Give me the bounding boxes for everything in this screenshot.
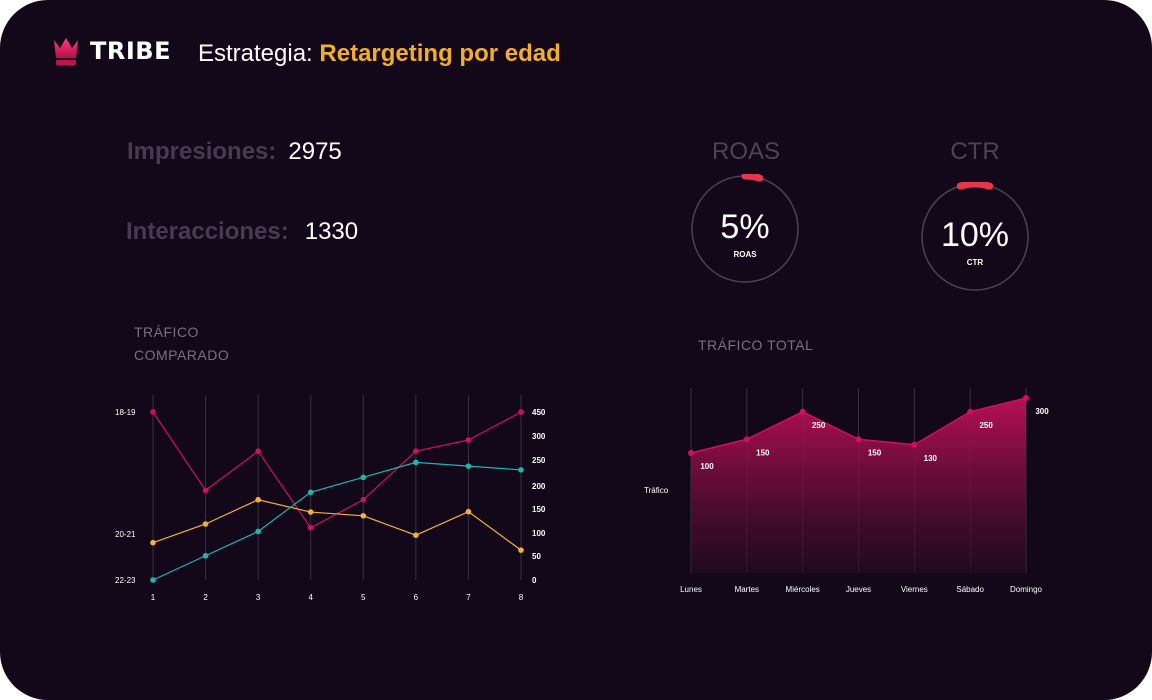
series-line <box>152 411 522 529</box>
data-label: 100 <box>700 462 714 471</box>
data-point <box>855 436 862 443</box>
data-point <box>967 408 974 415</box>
data-point <box>413 448 419 454</box>
data-point <box>799 408 806 415</box>
data-point <box>360 474 367 481</box>
x-tick-label: Domingo <box>1010 585 1043 594</box>
impressions-value: 2975 <box>288 138 342 165</box>
x-tick-label: 4 <box>308 593 313 602</box>
y-tick-label: 150 <box>532 505 546 514</box>
traffic-compared-title: TRÁFICO COMPARADO <box>134 321 229 367</box>
x-tick-label: 3 <box>256 593 261 602</box>
traffic-compared-chart: 1 2 3 4 5 6 7 80 50 100 150 200 250 300 450 18-19 20-21 2… <box>115 395 546 602</box>
x-tick-label: Jueves <box>846 585 871 594</box>
roas-sublabel: ROAS <box>733 250 757 259</box>
x-tick-label: 8 <box>519 593 524 602</box>
y-tick-label: 450 <box>532 408 546 417</box>
data-point <box>518 409 524 415</box>
data-point <box>255 496 261 503</box>
category-label: 20-21 <box>115 530 136 539</box>
dashboard-card: TRIBE Estrategia: Retargeting por edad I… <box>0 0 1152 700</box>
brand[interactable]: TRIBE <box>52 36 171 66</box>
interactions-label: Interacciones: <box>126 218 289 245</box>
x-tick-label: Viernes <box>901 585 928 594</box>
y-axis-label: Tráfico <box>644 486 669 495</box>
ctr-sublabel: CTR <box>966 258 984 267</box>
data-point <box>202 487 209 494</box>
x-tick-label: Miércoles <box>786 585 820 594</box>
brand-name: TRIBE <box>90 37 171 65</box>
data-point <box>360 512 367 519</box>
data-point <box>743 436 750 443</box>
y-tick-label: 300 <box>532 432 546 441</box>
data-point <box>1023 395 1029 401</box>
roas-value: 5% <box>720 208 770 246</box>
data-point <box>413 459 419 466</box>
ctr-title: CTR <box>950 138 1000 165</box>
y-tick-label: 200 <box>532 482 546 491</box>
data-label: 130 <box>924 454 938 463</box>
traffic-compared-title-line2: COMPARADO <box>134 347 230 363</box>
x-tick-label: 1 <box>151 593 156 602</box>
data-point <box>150 577 156 583</box>
traffic-compared-title-line1: TRÁFICO <box>134 324 199 340</box>
data-label: 250 <box>812 421 826 430</box>
data-point <box>307 509 314 515</box>
strategy-label: Estrategia: <box>198 40 313 67</box>
y-tick-label: 0 <box>532 576 537 585</box>
data-label: 250 <box>979 421 993 430</box>
x-tick-label: 5 <box>361 593 366 602</box>
x-tick-label: Martes <box>735 585 759 594</box>
roas-title: ROAS <box>711 138 780 165</box>
category-label: 18-19 <box>115 408 136 417</box>
interactions-metric: Interacciones: 1330 <box>126 218 358 246</box>
series-line <box>152 461 522 581</box>
x-tick-label: 2 <box>203 593 208 602</box>
strategy-name: Retargeting por edad <box>319 40 561 67</box>
data-point <box>465 437 472 443</box>
data-label: 150 <box>756 448 770 457</box>
data-point <box>518 467 524 473</box>
data-point <box>150 409 156 415</box>
data-label: 300 <box>1035 407 1049 416</box>
data-point <box>465 463 472 469</box>
x-tick-label: 7 <box>466 593 471 602</box>
roas-progress-arc <box>741 172 764 182</box>
data-point <box>202 552 209 559</box>
y-tick-label: 100 <box>532 529 546 538</box>
data-point <box>255 448 261 454</box>
data-point <box>255 528 261 535</box>
data-point <box>202 521 209 527</box>
roas-gauge: 5% ROAS <box>690 172 800 284</box>
x-tick-label: Sábado <box>956 585 984 594</box>
y-tick-label: 250 <box>532 456 546 465</box>
data-point <box>518 547 524 553</box>
data-point <box>465 508 472 515</box>
y-tick-label: 50 <box>532 552 541 561</box>
data-point <box>307 524 314 531</box>
interactions-value: 1330 <box>304 218 359 245</box>
data-label: 150 <box>868 448 882 457</box>
crown-icon <box>54 38 78 65</box>
data-point <box>150 539 156 546</box>
data-point <box>413 532 419 538</box>
data-point <box>688 450 694 456</box>
category-label: 22-23 <box>115 576 136 585</box>
data-point <box>307 489 314 496</box>
impressions-label: Impresiones: <box>127 138 277 165</box>
ctr-progress-arc <box>956 180 994 190</box>
traffic-total-title: TRÁFICO TOTAL <box>698 337 814 353</box>
impressions-metric: Impresiones: 2975 <box>127 138 342 166</box>
ctr-value: 10% <box>940 216 1010 254</box>
data-point <box>360 496 367 503</box>
x-tick-label: Lunes <box>680 585 702 594</box>
x-tick-label: 6 <box>414 593 419 602</box>
ctr-gauge: 10% CTR <box>920 180 1030 292</box>
data-point <box>911 441 918 448</box>
page-title: Estrategia: Retargeting por edad <box>198 40 561 68</box>
traffic-total-chart: Lunes Martes Miércoles Jueves Viernes Sábado D… <box>644 388 1049 594</box>
